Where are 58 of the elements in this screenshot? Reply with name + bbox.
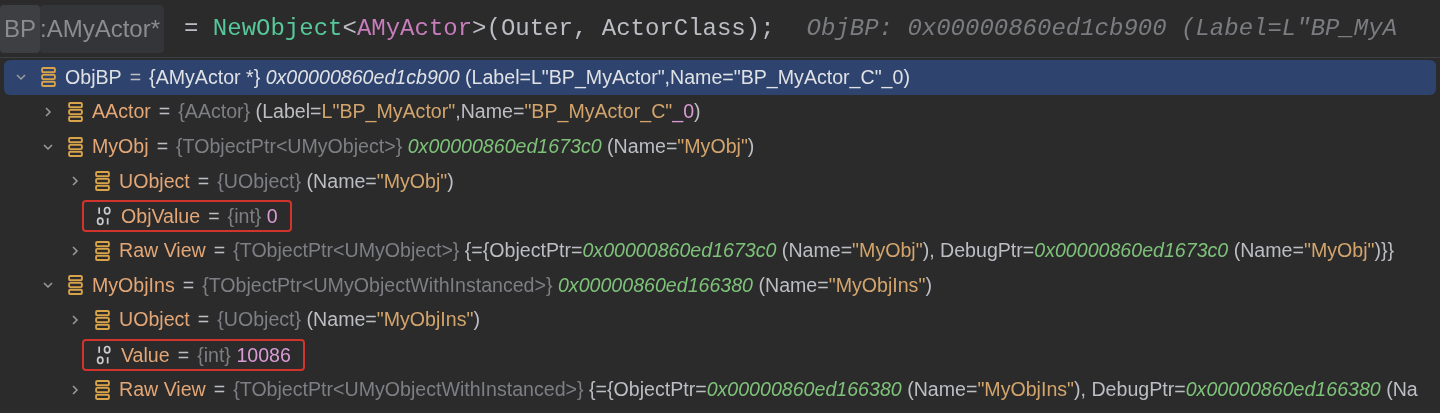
- variable-row[interactable]: AActor = {AActor} (Label=L"BP_MyActor",Name="BP_MyActor_C"_0): [4, 94, 1436, 130]
- stack-icon: [94, 309, 111, 332]
- equals-sign: =: [182, 272, 195, 298]
- inlay-hint: BP: [0, 4, 40, 53]
- stack-icon: [94, 170, 111, 193]
- variable-row[interactable]: Raw View = {TObjectPtr<UMyObjectWithInstanced>} {={ObjectPtr=0x00000860ed166380 (Name="MyObjIns"), DebugPtr=0x00000860ed166380 (Na: [4, 372, 1436, 407]
- equals-sign: =: [177, 342, 190, 367]
- stack-icon: [67, 274, 84, 297]
- equals-sign: =: [197, 168, 210, 194]
- variable-value: {int} 0: [227, 204, 278, 229]
- equals-sign: =: [158, 99, 171, 125]
- variable-value: {TObjectPtr<UMyObjectWithInstanced>} 0x00000860ed166380 (Name="MyObjIns"): [202, 272, 932, 298]
- variable-name: UObject: [119, 307, 190, 333]
- variable-name: UObject: [119, 168, 190, 194]
- equals-sign: =: [208, 204, 220, 229]
- code-text: <: [342, 13, 357, 44]
- variable-value: {AActor} (Label=L"BP_MyActor",Name="BP_MyActor_C"_0): [178, 99, 701, 125]
- variable-name: Raw View: [119, 376, 206, 402]
- inline-value-hint: ObjBP: 0x00000860ed1cb900 (Label=L"BP_MyA: [806, 13, 1398, 44]
- code-text: =: [184, 13, 200, 44]
- variable-name: Raw View: [119, 238, 206, 264]
- variable-value: {TObjectPtr<UMyObjectWithInstanced>} {={ObjectPtr=0x00000860ed166380 (Name="MyObjIns"), DebugPtr=0x00000860ed166380 (Na: [233, 376, 1418, 402]
- binary-icon: [96, 205, 113, 228]
- variable-row[interactable]: UObject = {UObject} (Name="MyObjIns"): [4, 302, 1436, 338]
- stack-icon: [67, 101, 84, 123]
- function-name: NewObject: [212, 13, 343, 44]
- equals-sign: =: [129, 64, 142, 90]
- equals-sign: =: [213, 238, 226, 264]
- variable-row[interactable]: UObject = {UObject} (Name="MyObj"): [4, 164, 1436, 199]
- variable-value: {UObject} (Name="MyObjIns"): [217, 307, 480, 333]
- equals-sign: =: [156, 134, 169, 159]
- variable-name: AActor: [92, 99, 151, 125]
- variable-row[interactable]: Raw View = {TObjectPtr<UMyObject>} {={ObjectPtr=0x00000860ed1673c0 (Name="MyObj"), DebugPtr=0x00000860ed1673c0 (Name="MyObj")}}: [4, 233, 1436, 269]
- variable-name: Value: [121, 342, 170, 367]
- code-text: >(Outer, ActorClass);: [472, 13, 775, 44]
- variable-value: {UObject} (Name="MyObj"): [217, 168, 454, 194]
- variable-name: ObjValue: [121, 204, 201, 229]
- variable-name: MyObjIns: [92, 272, 175, 298]
- variable-row[interactable]: ObjBP = {AMyActor *} 0x00000860ed1cb900 (Label=L"BP_MyActor",Name="BP_MyActor_C"_0): [4, 60, 1436, 95]
- type-name: AMyActor: [356, 13, 473, 44]
- variable-value: {TObjectPtr<UMyObject>} {={ObjectPtr=0x00000860ed1673c0 (Name="MyObj"), DebugPtr=0x00000860ed1673c0 (Name="MyObj")}}: [233, 238, 1395, 264]
- variable-row[interactable]: ObjValue = {int} 0: [4, 198, 1436, 234]
- variable-row[interactable]: MyObjIns = {TObjectPtr<UMyObjectWithInstanced>} 0x00000860ed166380 (Name="MyObjIns"): [4, 268, 1436, 303]
- stack-icon: [67, 135, 84, 158]
- equals-sign: =: [197, 307, 210, 333]
- variable-value: {AMyActor *} 0x00000860ed1cb900 (Label=L"BP_MyActor",Name="BP_MyActor_C"_0): [149, 64, 910, 91]
- type-hint: :AMyActor*: [40, 4, 165, 53]
- variable-row[interactable]: MyObj = {TObjectPtr<UMyObject>} 0x00000860ed1673c0 (Name="MyObj"): [4, 129, 1436, 165]
- variable-name: MyObj: [92, 134, 149, 159]
- variable-name: ObjBP: [65, 64, 122, 90]
- equals-sign: =: [213, 376, 226, 402]
- variable-row[interactable]: Value = {int} 10086: [4, 337, 1436, 373]
- stack-icon: [94, 378, 111, 401]
- variable-value: {int} 10086: [197, 342, 291, 367]
- stack-icon: [94, 239, 111, 262]
- binary-icon: [96, 343, 113, 366]
- variable-value: {TObjectPtr<UMyObject>} 0x00000860ed1673c0 (Name="MyObj"): [176, 134, 755, 159]
- stack-icon: [40, 66, 57, 89]
